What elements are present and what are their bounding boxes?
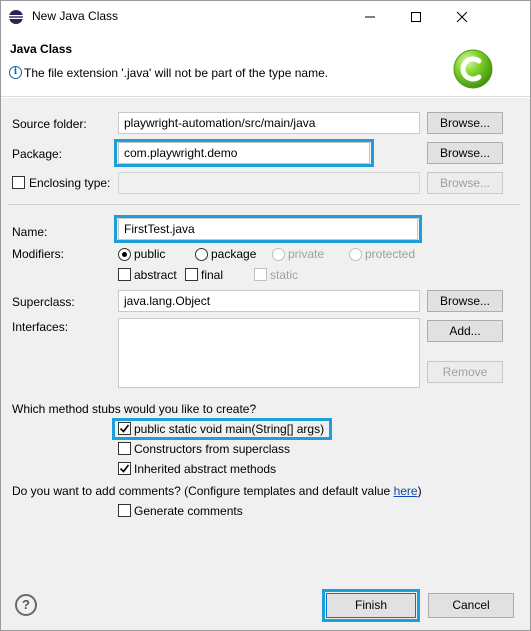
main-stub-checkbox[interactable] [118, 422, 131, 435]
inherited-stub-label: Inherited abstract methods [134, 462, 277, 476]
superclass-browse-button[interactable]: Browse... [427, 290, 503, 312]
minimize-button[interactable] [347, 0, 393, 33]
close-button[interactable] [439, 0, 485, 33]
generate-comments-checkbox[interactable] [118, 504, 131, 517]
maximize-button[interactable] [393, 0, 439, 33]
superclass-label: Superclass: [12, 295, 75, 309]
modifier-private-label: private [288, 247, 325, 261]
comments-question-text: Do you want to add comments? (Configure … [12, 484, 394, 498]
checkmark-icon [119, 424, 130, 433]
package-field[interactable]: com.playwright.demo [118, 142, 370, 164]
modifier-static-label: static [270, 268, 299, 282]
help-icon[interactable]: ? [15, 594, 37, 616]
enclosing-type-label: Enclosing type: [29, 176, 111, 190]
modifier-public-radio[interactable] [118, 248, 131, 261]
comments-question: Do you want to add comments? (Configure … [12, 484, 422, 498]
modifier-abstract-label: abstract [134, 268, 177, 282]
modifier-static-checkbox [254, 268, 267, 281]
generate-comments-label: Generate comments [134, 504, 243, 518]
finish-button[interactable]: Finish [326, 593, 416, 618]
checkmark-icon [119, 464, 130, 473]
enclosing-type-field [118, 172, 420, 194]
radio-selected-dot [122, 252, 127, 257]
constructors-stub-checkbox[interactable] [118, 442, 131, 455]
package-label: Package: [12, 147, 63, 161]
enclosing-type-browse-button: Browse... [427, 172, 503, 194]
eclipse-app-icon [9, 10, 23, 24]
main-stub-label: public static void main(String[] args) [134, 422, 325, 436]
close-icon [456, 11, 468, 22]
window-title: New Java Class [32, 9, 119, 23]
interfaces-label: Interfaces: [12, 320, 69, 334]
superclass-field[interactable]: java.lang.Object [118, 290, 420, 312]
modifier-protected-label: protected [365, 247, 416, 261]
interfaces-remove-button: Remove [427, 361, 503, 383]
minimize-icon [365, 16, 375, 17]
java-class-logo-icon [453, 49, 493, 89]
constructors-stub-label: Constructors from superclass [134, 442, 291, 456]
method-stubs-question: Which method stubs would you like to cre… [12, 402, 257, 416]
banner-message: The file extension '.java' will not be p… [24, 66, 329, 80]
modifier-public-label: public [134, 247, 166, 261]
name-field[interactable]: FirstTest.java [118, 218, 418, 240]
comments-question-end: ) [417, 484, 422, 498]
interfaces-list[interactable] [118, 318, 420, 388]
modifier-protected-radio [349, 248, 362, 261]
modifier-private-radio [272, 248, 285, 261]
cancel-button[interactable]: Cancel [428, 593, 514, 618]
interfaces-add-button[interactable]: Add... [427, 320, 503, 342]
modifier-package-radio[interactable] [195, 248, 208, 261]
modifier-final-checkbox[interactable] [185, 268, 198, 281]
modifier-package-label: package [211, 247, 257, 261]
page-title: Java Class [10, 42, 73, 56]
package-browse-button[interactable]: Browse... [427, 142, 503, 164]
modifier-abstract-checkbox[interactable] [118, 268, 131, 281]
source-folder-field[interactable]: playwright-automation/src/main/java [118, 112, 420, 134]
source-folder-label: Source folder: [12, 117, 87, 131]
modifier-final-label: final [201, 268, 224, 282]
enclosing-type-checkbox[interactable] [12, 176, 25, 189]
inherited-stub-checkbox[interactable] [118, 462, 131, 475]
source-folder-browse-button[interactable]: Browse... [427, 112, 503, 134]
info-icon: i [9, 66, 22, 79]
modifiers-label: Modifiers: [12, 247, 65, 261]
maximize-icon [411, 11, 421, 22]
separator [8, 204, 520, 205]
configure-templates-link[interactable]: here [394, 484, 418, 498]
name-label: Name: [12, 225, 48, 239]
